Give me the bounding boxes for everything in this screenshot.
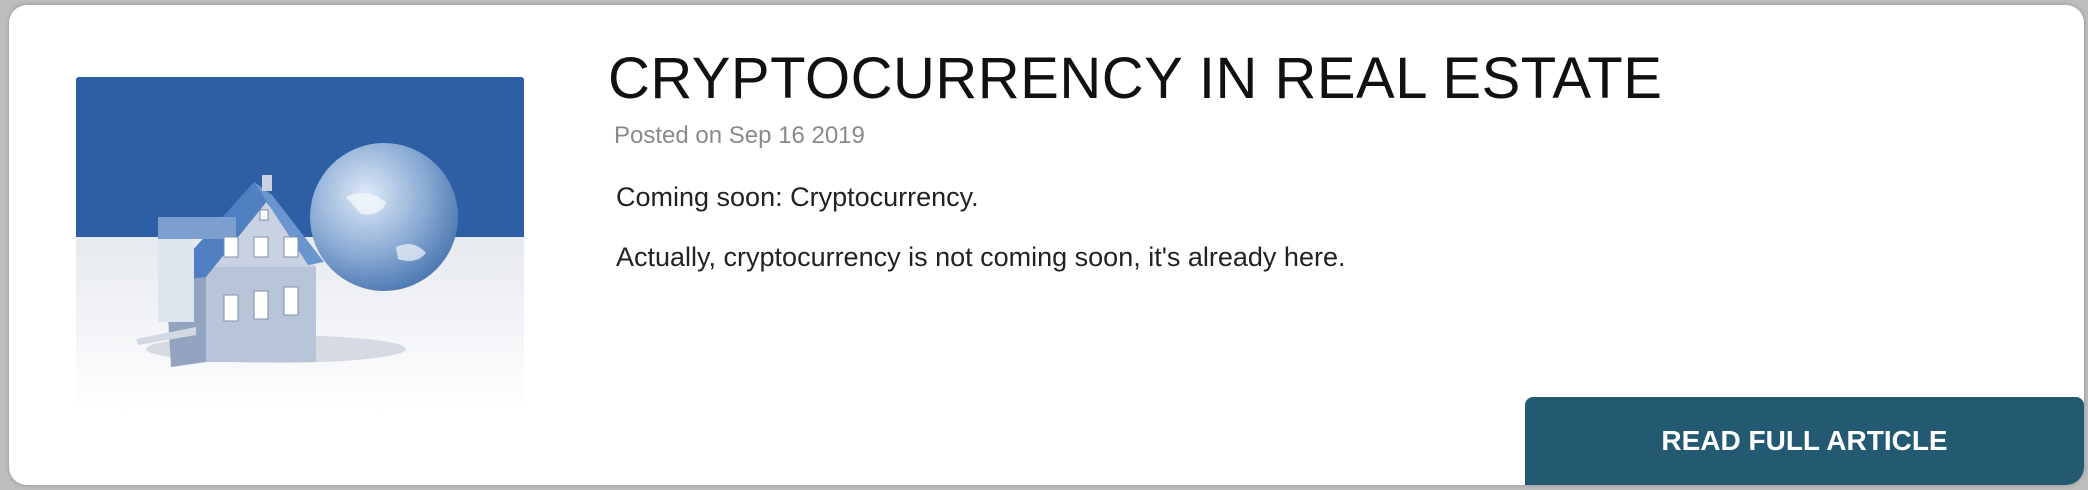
article-posted-date: Posted on Sep 16 2019 [614,122,865,149]
article-title: CRYPTOCURRENCY IN REAL ESTATE [608,46,1663,111]
article-paragraph-2: Actually, cryptocurrency is not coming s… [616,242,1346,272]
globe-shape [310,143,458,291]
article-thumbnail[interactable] [76,77,524,413]
article-paragraph-1: Coming soon: Cryptocurrency. [616,182,979,212]
read-full-article-button[interactable]: READ FULL ARTICLE [1525,397,2084,485]
article-card: CRYPTOCURRENCY IN REAL ESTATE Posted on … [9,5,2084,485]
house-globe-illustration [76,77,524,413]
